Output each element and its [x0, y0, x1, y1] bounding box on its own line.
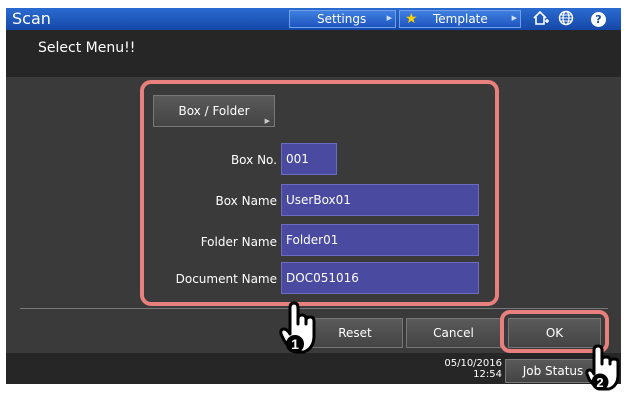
folder-name-field[interactable]: Folder01: [281, 224, 479, 256]
box-name-label: Box Name: [215, 194, 277, 208]
clock-date: 05/10/2016: [444, 358, 502, 369]
screen-title: Scan: [12, 9, 51, 28]
pointer-hand-icon: 1: [279, 301, 316, 354]
pointer-hand-icon: 2: [585, 344, 620, 391]
document-name-label: Document Name: [175, 272, 277, 286]
settings-label: Settings: [317, 12, 367, 26]
cancel-button[interactable]: Cancel: [406, 318, 501, 348]
clock-time: 12:54: [473, 369, 502, 380]
globe-icon[interactable]: [556, 10, 576, 28]
message-bar: Select Menu!!: [6, 30, 621, 77]
box-name-field[interactable]: UserBox01: [281, 184, 479, 216]
corner-arrow-icon: ▶: [386, 14, 392, 22]
home-add-icon-svg: [533, 10, 549, 25]
box-folder-label: Box / Folder: [178, 104, 250, 118]
folder-name-label: Folder Name: [200, 235, 277, 249]
star-icon: ★: [405, 11, 418, 27]
box-no-field[interactable]: 001: [281, 143, 337, 175]
home-add-icon[interactable]: [531, 10, 551, 28]
globe-icon-svg: [558, 10, 574, 26]
document-name-field[interactable]: DOC051016: [281, 262, 479, 294]
box-no-label: Box No.: [230, 153, 277, 167]
box-folder-button[interactable]: Box / Folder ▶: [153, 95, 275, 127]
step-1-number: 1: [291, 336, 299, 352]
instruction-message: Select Menu!!: [38, 40, 136, 56]
top-bar: Scan Settings ▶ ★ Template ▶ ?: [6, 8, 621, 30]
settings-button[interactable]: Settings ▶: [289, 10, 396, 28]
corner-arrow-icon: ▶: [511, 14, 517, 22]
template-label: Template: [433, 12, 488, 26]
template-button[interactable]: ★ Template ▶: [399, 10, 521, 28]
help-icon[interactable]: ?: [591, 12, 606, 27]
corner-arrow-icon: ▶: [264, 117, 270, 125]
clock: 05/10/2016 12:54: [438, 358, 502, 380]
step-2-number: 2: [596, 375, 603, 390]
